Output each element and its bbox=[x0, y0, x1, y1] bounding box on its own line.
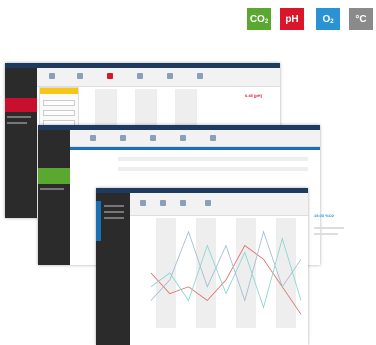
toolbar-button[interactable] bbox=[210, 135, 216, 141]
series-line-1 bbox=[150, 230, 302, 302]
badge-o2: O2 bbox=[316, 8, 340, 30]
status-bar bbox=[70, 147, 320, 150]
badge-temp: °C bbox=[349, 8, 373, 30]
line-chart bbox=[150, 230, 302, 315]
toolbar-button[interactable] bbox=[180, 135, 186, 141]
badge-ph: pH bbox=[280, 8, 304, 30]
info-line bbox=[314, 227, 344, 229]
side-info-panel: 19.03 %O2 bbox=[310, 205, 372, 285]
sidebar bbox=[38, 130, 70, 265]
toolbar-button[interactable] bbox=[120, 135, 126, 141]
sidebar-item-active[interactable] bbox=[38, 168, 70, 184]
toolbar-button[interactable] bbox=[90, 135, 96, 141]
series-line-0 bbox=[150, 244, 302, 315]
toolbar-button[interactable] bbox=[150, 135, 156, 141]
info-line bbox=[314, 233, 338, 235]
table-stripe bbox=[118, 167, 308, 171]
ribbon-toolbar bbox=[70, 130, 320, 147]
series-line-2 bbox=[150, 237, 302, 309]
badge-co2: CO 2 bbox=[247, 8, 271, 30]
table-stripe bbox=[118, 157, 308, 161]
reading-value: 19.03 %O2 bbox=[314, 213, 335, 218]
sidebar-item[interactable] bbox=[40, 188, 64, 190]
app-window-o2 bbox=[96, 188, 308, 345]
